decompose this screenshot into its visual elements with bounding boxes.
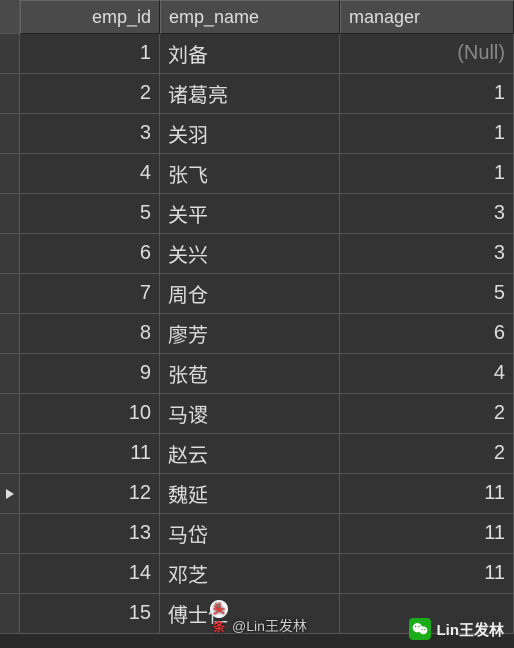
- table-row[interactable]: 10马谡2: [0, 394, 514, 434]
- cell-manager[interactable]: 3: [340, 234, 514, 274]
- column-header-emp-name[interactable]: emp_name: [160, 0, 340, 34]
- row-gutter[interactable]: [0, 114, 20, 154]
- cell-manager[interactable]: 1: [340, 154, 514, 194]
- row-gutter[interactable]: [0, 74, 20, 114]
- cell-emp-name[interactable]: 周仓: [160, 274, 340, 314]
- row-gutter[interactable]: [0, 474, 20, 514]
- cell-manager[interactable]: 5: [340, 274, 514, 314]
- row-gutter[interactable]: [0, 434, 20, 474]
- cell-manager[interactable]: 6: [340, 314, 514, 354]
- row-header-corner: [0, 0, 20, 34]
- row-gutter[interactable]: [0, 314, 20, 354]
- row-gutter[interactable]: [0, 234, 20, 274]
- table-row[interactable]: 7周仓5: [0, 274, 514, 314]
- cell-emp-id[interactable]: 6: [20, 234, 160, 274]
- cell-manager[interactable]: 2: [340, 394, 514, 434]
- cell-emp-name[interactable]: 张苞: [160, 354, 340, 394]
- table-row[interactable]: 8廖芳6: [0, 314, 514, 354]
- row-gutter[interactable]: [0, 274, 20, 314]
- table-row[interactable]: 5关平3: [0, 194, 514, 234]
- cell-manager[interactable]: 2: [340, 434, 514, 474]
- row-gutter[interactable]: [0, 554, 20, 594]
- cell-emp-name[interactable]: 廖芳: [160, 314, 340, 354]
- cell-manager[interactable]: [340, 594, 514, 634]
- column-label: manager: [349, 7, 420, 28]
- table-row[interactable]: 15傅士仁: [0, 594, 514, 634]
- table-row[interactable]: 14邓芝11: [0, 554, 514, 594]
- cell-manager[interactable]: (Null): [340, 34, 514, 74]
- cell-emp-name[interactable]: 张飞: [160, 154, 340, 194]
- cell-manager[interactable]: 4: [340, 354, 514, 394]
- cell-manager[interactable]: 11: [340, 514, 514, 554]
- cell-emp-id[interactable]: 9: [20, 354, 160, 394]
- data-grid[interactable]: emp_id emp_name manager 1刘备(Null)2诸葛亮13关…: [0, 0, 514, 634]
- cell-emp-name[interactable]: 马岱: [160, 514, 340, 554]
- cell-emp-name[interactable]: 马谡: [160, 394, 340, 434]
- cell-emp-name[interactable]: 关羽: [160, 114, 340, 154]
- table-row[interactable]: 12魏延11: [0, 474, 514, 514]
- cell-emp-id[interactable]: 13: [20, 514, 160, 554]
- row-gutter[interactable]: [0, 354, 20, 394]
- cell-emp-name[interactable]: 刘备: [160, 34, 340, 74]
- row-gutter[interactable]: [0, 514, 20, 554]
- cell-emp-id[interactable]: 10: [20, 394, 160, 434]
- null-value: (Null): [457, 42, 505, 65]
- cell-manager[interactable]: 1: [340, 74, 514, 114]
- cell-emp-id[interactable]: 14: [20, 554, 160, 594]
- column-label: emp_id: [92, 7, 151, 28]
- cell-emp-name[interactable]: 魏延: [160, 474, 340, 514]
- column-label: emp_name: [169, 7, 259, 28]
- header-row: emp_id emp_name manager: [0, 0, 514, 34]
- cell-emp-name[interactable]: 赵云: [160, 434, 340, 474]
- cell-manager[interactable]: 11: [340, 554, 514, 594]
- cell-emp-id[interactable]: 5: [20, 194, 160, 234]
- row-gutter[interactable]: [0, 34, 20, 74]
- table-row[interactable]: 3关羽1: [0, 114, 514, 154]
- cell-emp-id[interactable]: 8: [20, 314, 160, 354]
- row-gutter[interactable]: [0, 194, 20, 234]
- column-header-manager[interactable]: manager: [340, 0, 514, 34]
- table-row[interactable]: 13马岱11: [0, 514, 514, 554]
- cell-emp-name[interactable]: 傅士仁: [160, 594, 340, 634]
- cell-emp-id[interactable]: 15: [20, 594, 160, 634]
- table-row[interactable]: 2诸葛亮1: [0, 74, 514, 114]
- current-row-indicator-icon: [5, 488, 15, 500]
- table-row[interactable]: 4张飞1: [0, 154, 514, 194]
- cell-emp-name[interactable]: 诸葛亮: [160, 74, 340, 114]
- cell-manager[interactable]: 11: [340, 474, 514, 514]
- cell-emp-id[interactable]: 1: [20, 34, 160, 74]
- table-row[interactable]: 11赵云2: [0, 434, 514, 474]
- cell-emp-name[interactable]: 关平: [160, 194, 340, 234]
- cell-emp-id[interactable]: 12: [20, 474, 160, 514]
- cell-emp-id[interactable]: 11: [20, 434, 160, 474]
- row-gutter[interactable]: [0, 394, 20, 434]
- cell-emp-name[interactable]: 关兴: [160, 234, 340, 274]
- row-gutter[interactable]: [0, 594, 20, 634]
- cell-emp-name[interactable]: 邓芝: [160, 554, 340, 594]
- table-row[interactable]: 1刘备 (Null): [0, 34, 514, 74]
- cell-emp-id[interactable]: 4: [20, 154, 160, 194]
- column-header-emp-id[interactable]: emp_id: [20, 0, 160, 34]
- cell-manager[interactable]: 1: [340, 114, 514, 154]
- cell-emp-id[interactable]: 7: [20, 274, 160, 314]
- cell-emp-id[interactable]: 3: [20, 114, 160, 154]
- cell-emp-id[interactable]: 2: [20, 74, 160, 114]
- table-row[interactable]: 6关兴3: [0, 234, 514, 274]
- table-row[interactable]: 9张苞4: [0, 354, 514, 394]
- row-gutter[interactable]: [0, 154, 20, 194]
- cell-manager[interactable]: 3: [340, 194, 514, 234]
